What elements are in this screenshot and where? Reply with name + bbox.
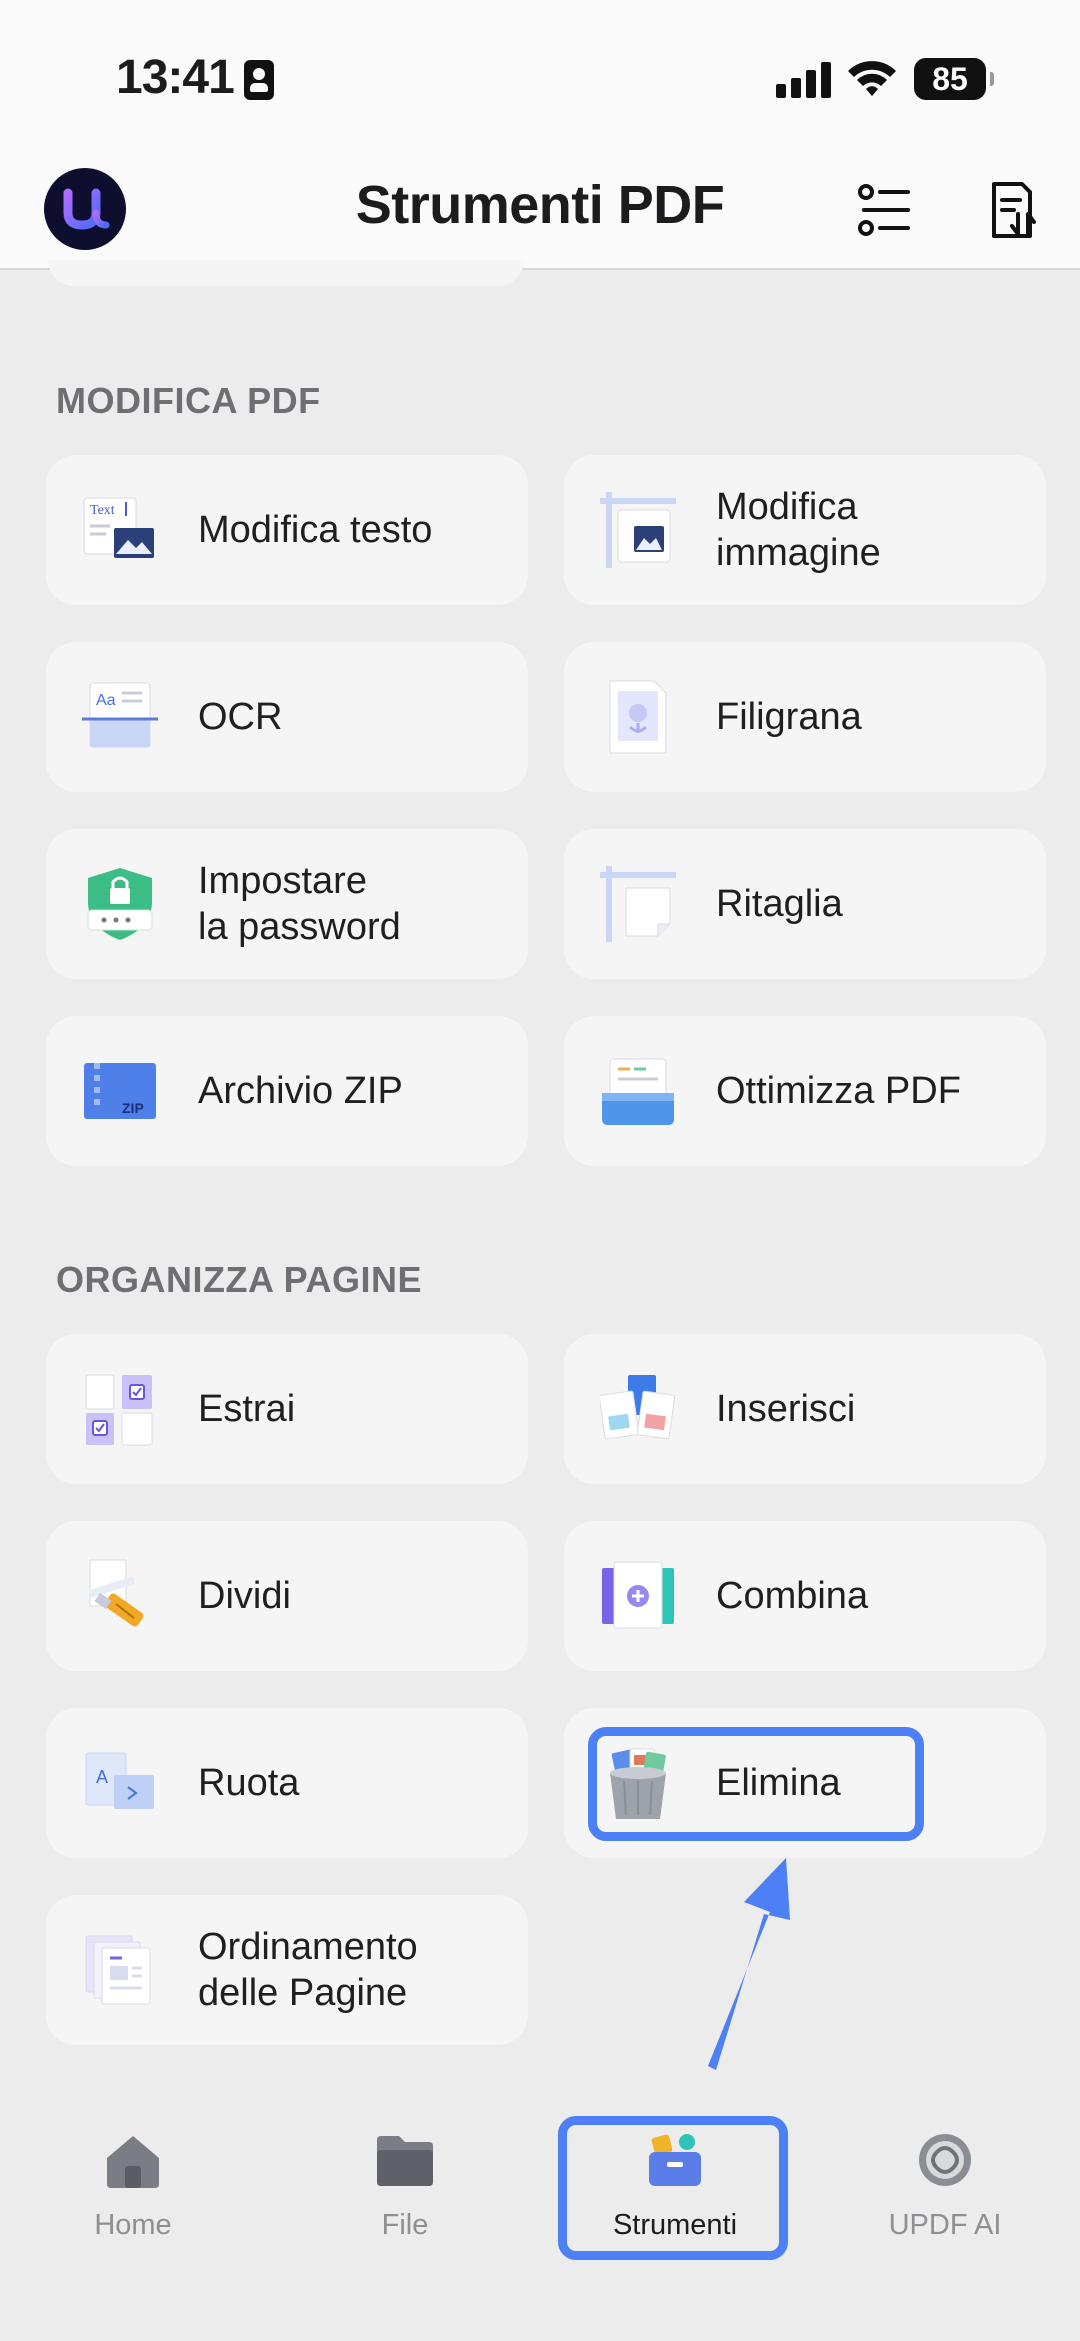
combine-icon [602, 1561, 674, 1629]
tool-extract[interactable]: Estrai [46, 1334, 528, 1484]
ocr-scan-icon: Aa [82, 682, 158, 748]
trash-icon [610, 1748, 666, 1819]
toolbox-icon [649, 2134, 701, 2186]
tool-label: Inserisci [716, 1388, 856, 1430]
signal-icon [776, 62, 832, 98]
wifi-icon [848, 61, 896, 96]
section-title-organize: ORGANIZZA PAGINE [56, 1259, 422, 1300]
tool-reorder[interactable]: Ordinamento delle Pagine [46, 1895, 528, 2045]
svg-text:ZIP: ZIP [122, 1100, 144, 1116]
status-bar: 13:41 85 [0, 0, 1080, 150]
tool-password[interactable]: Impostare la password [46, 829, 528, 979]
shield-lock-icon [87, 868, 153, 940]
tool-label: Estrai [198, 1388, 296, 1430]
tool-label: Ruota [198, 1762, 300, 1804]
rotate-icon: A [85, 1752, 154, 1809]
text-image-icon: Text [83, 497, 154, 558]
tool-edit-image[interactable]: Modifica immagine [564, 455, 1046, 605]
svg-text:Aa: Aa [96, 692, 116, 709]
battery-icon: 85 [914, 58, 994, 100]
tool-label: Impostare la password [198, 860, 401, 948]
tool-label: Ritaglia [716, 883, 843, 925]
pages-icon [85, 1935, 151, 2005]
tool-ocr[interactable]: Aa OCR [46, 642, 528, 792]
ai-icon [919, 2134, 971, 2186]
tool-combine[interactable]: Combina [564, 1521, 1046, 1671]
tool-label: Dividi [198, 1575, 291, 1617]
tab-label: UPDF AI [888, 2209, 1002, 2241]
folder-icon [377, 2136, 433, 2186]
tab-home[interactable]: Home [33, 2130, 233, 2242]
tab-tools[interactable]: Strumenti [575, 2130, 775, 2242]
ruler-image-icon [600, 492, 676, 568]
tool-label: Ordinamento delle Pagine [198, 1926, 418, 2014]
tool-label: Modifica immagine [716, 486, 881, 574]
insert-icon [600, 1375, 676, 1440]
top-bar: Strumenti PDF [0, 150, 1080, 270]
page-title: Strumenti PDF [355, 175, 725, 235]
tool-crop[interactable]: Ritaglia [564, 829, 1046, 979]
tool-insert[interactable]: Inserisci [564, 1334, 1046, 1484]
scrolled-card-edge [48, 260, 524, 286]
cutter-icon [88, 1559, 144, 1627]
person-badge-icon [244, 60, 274, 100]
watermark-icon [609, 680, 667, 754]
tool-rotate[interactable]: A Ruota [46, 1708, 528, 1858]
tab-bar: Home File Strumenti UPDF AI [0, 2080, 1080, 2341]
extract-icon [85, 1374, 153, 1446]
tab-label: File [381, 2209, 429, 2241]
tool-watermark[interactable]: Filigrana [564, 642, 1046, 792]
status-time: 13:41 [116, 51, 235, 104]
tool-optimize[interactable]: Ottimizza PDF [564, 1016, 1046, 1166]
tab-updf-ai[interactable]: UPDF AI [845, 2130, 1045, 2242]
tool-label: Combina [716, 1575, 869, 1617]
svg-text:A: A [96, 1767, 108, 1787]
zip-icon: ZIP [84, 1063, 156, 1119]
tool-delete[interactable]: Elimina [564, 1708, 1046, 1858]
tray-icon [602, 1058, 674, 1125]
tool-label: Archivio ZIP [198, 1070, 403, 1112]
tool-label: Elimina [716, 1762, 841, 1804]
list-icon[interactable] [856, 180, 916, 240]
tab-file[interactable]: File [305, 2130, 505, 2242]
tab-label: Strumenti [612, 2209, 738, 2241]
tool-zip[interactable]: ZIP Archivio ZIP [46, 1016, 528, 1166]
tool-label: OCR [198, 696, 283, 738]
tool-label: Filigrana [716, 696, 862, 738]
tool-label: Modifica testo [198, 509, 433, 551]
crop-icon [600, 866, 676, 942]
tool-edit-text[interactable]: Text Modifica testo [46, 455, 528, 605]
svg-text:Text: Text [90, 503, 115, 518]
section-title-edit: MODIFICA PDF [56, 380, 321, 421]
tool-label: Ottimizza PDF [716, 1070, 961, 1112]
home-icon [107, 2136, 159, 2188]
tool-split[interactable]: Dividi [46, 1521, 528, 1671]
sort-document-icon[interactable] [982, 180, 1042, 240]
tab-label: Home [94, 2209, 172, 2241]
